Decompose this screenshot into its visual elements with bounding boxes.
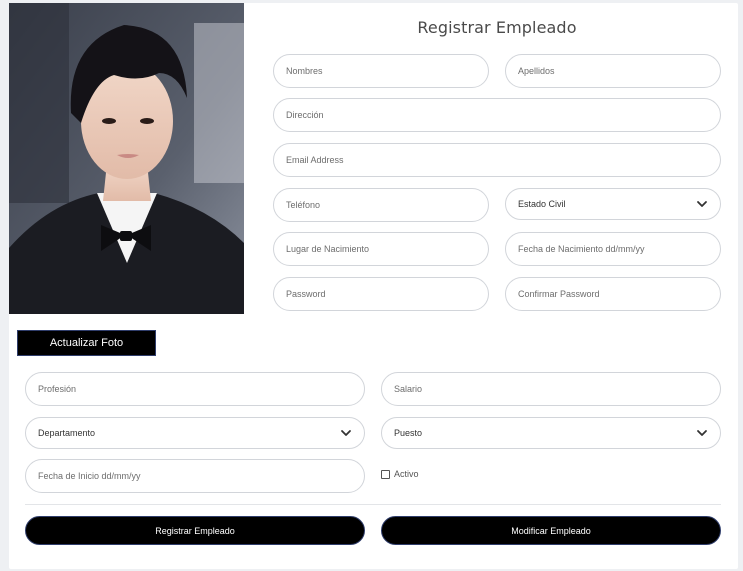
activo-checkbox[interactable] — [381, 469, 390, 479]
fecha-nacimiento-input[interactable] — [505, 232, 721, 266]
password-input[interactable] — [273, 277, 489, 311]
employee-photo — [9, 3, 244, 314]
page-title: Registrar Empleado — [417, 18, 577, 37]
fecha-inicio-input[interactable] — [25, 459, 365, 493]
divider — [25, 504, 721, 505]
modify-employee-button[interactable]: Modificar Empleado — [381, 516, 721, 545]
chevron-down-icon — [697, 201, 707, 207]
departamento-select[interactable]: Departamento — [25, 417, 365, 449]
activo-label: Activo — [394, 469, 419, 479]
telefono-input[interactable] — [273, 188, 489, 222]
profesion-input[interactable] — [25, 372, 365, 406]
salario-input[interactable] — [381, 372, 721, 406]
chevron-down-icon — [341, 430, 351, 436]
email-input[interactable] — [273, 143, 721, 177]
puesto-value: Puesto — [394, 428, 423, 438]
confirm-password-input[interactable] — [505, 277, 721, 311]
update-photo-button[interactable]: Actualizar Foto — [17, 330, 156, 356]
activo-checkbox-group[interactable]: Activo — [381, 469, 419, 479]
puesto-select[interactable]: Puesto — [381, 417, 721, 449]
estado-civil-value: Estado Civil — [518, 199, 566, 209]
lugar-nacimiento-input[interactable] — [273, 232, 489, 266]
departamento-value: Departamento — [38, 428, 96, 438]
register-employee-button[interactable]: Registrar Empleado — [25, 516, 365, 545]
nombres-input[interactable] — [273, 54, 489, 88]
estado-civil-select[interactable]: Estado Civil — [505, 188, 721, 220]
direccion-input[interactable] — [273, 98, 721, 132]
apellidos-input[interactable] — [505, 54, 721, 88]
chevron-down-icon — [697, 430, 707, 436]
